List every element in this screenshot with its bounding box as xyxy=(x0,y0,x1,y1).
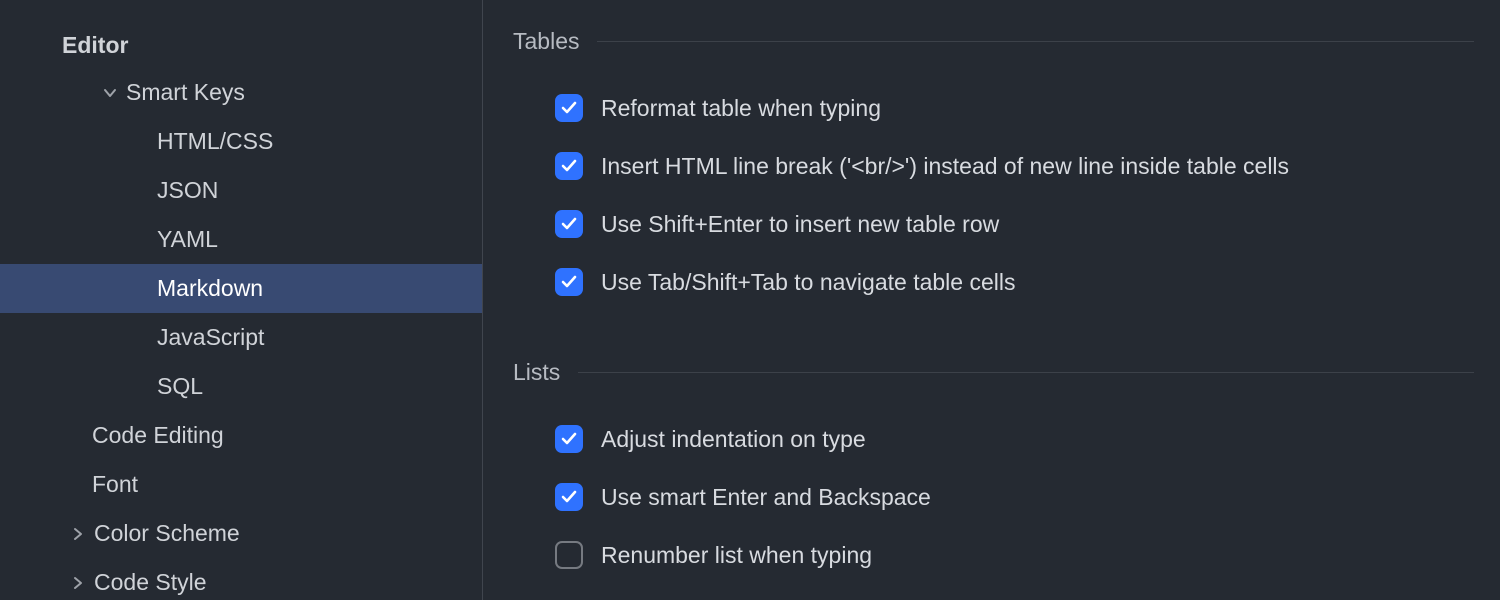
checkbox-icon[interactable] xyxy=(555,483,583,511)
checkbox-icon[interactable] xyxy=(555,94,583,122)
sidebar-item-html-css[interactable]: HTML/CSS xyxy=(0,117,482,166)
sidebar-item-label: Smart Keys xyxy=(126,79,245,106)
sidebar-item-label: Markdown xyxy=(157,275,263,302)
chevron-down-icon xyxy=(94,85,126,101)
section-tables: Tables Reformat table when typing Insert… xyxy=(513,28,1474,311)
settings-window: Editor Smart Keys HTML/CSS JSON YAML Mar… xyxy=(0,0,1500,600)
option-label: Renumber list when typing xyxy=(601,542,872,569)
section-header: Tables xyxy=(513,28,1474,55)
option-label: Use smart Enter and Backspace xyxy=(601,484,931,511)
sidebar-item-label: Code Editing xyxy=(92,422,224,449)
option-tab-nav[interactable]: Use Tab/Shift+Tab to navigate table cell… xyxy=(513,253,1474,311)
option-renumber[interactable]: Renumber list when typing xyxy=(513,526,1474,584)
checkbox-icon[interactable] xyxy=(555,152,583,180)
sidebar-item-json[interactable]: JSON xyxy=(0,166,482,215)
sidebar-item-smart-keys[interactable]: Smart Keys xyxy=(0,68,482,117)
sidebar-item-label: Code Style xyxy=(94,569,207,596)
sidebar-item-label: YAML xyxy=(157,226,218,253)
sidebar-item-color-scheme[interactable]: Color Scheme xyxy=(0,509,482,558)
sidebar-item-javascript[interactable]: JavaScript xyxy=(0,313,482,362)
settings-content: Tables Reformat table when typing Insert… xyxy=(483,0,1500,600)
section-header: Lists xyxy=(513,359,1474,386)
sidebar-item-label: Font xyxy=(92,471,138,498)
option-html-br[interactable]: Insert HTML line break ('<br/>') instead… xyxy=(513,137,1474,195)
chevron-right-icon xyxy=(62,526,94,542)
option-label: Insert HTML line break ('<br/>') instead… xyxy=(601,153,1289,180)
sidebar-item-label: JavaScript xyxy=(157,324,264,351)
section-lists: Lists Adjust indentation on type Use sma… xyxy=(513,359,1474,584)
section-title: Lists xyxy=(513,359,560,386)
sidebar-item-code-editing[interactable]: Code Editing xyxy=(0,411,482,460)
sidebar-item-label: JSON xyxy=(157,177,218,204)
option-label: Use Tab/Shift+Tab to navigate table cell… xyxy=(601,269,1015,296)
sidebar-item-sql[interactable]: SQL xyxy=(0,362,482,411)
sidebar-item-label: Color Scheme xyxy=(94,520,240,547)
section-title: Tables xyxy=(513,28,579,55)
option-label: Adjust indentation on type xyxy=(601,426,866,453)
sidebar-item-yaml[interactable]: YAML xyxy=(0,215,482,264)
option-reformat-table[interactable]: Reformat table when typing xyxy=(513,79,1474,137)
sidebar-item-editor[interactable]: Editor xyxy=(0,18,482,68)
checkbox-icon[interactable] xyxy=(555,425,583,453)
settings-sidebar: Editor Smart Keys HTML/CSS JSON YAML Mar… xyxy=(0,0,483,600)
divider xyxy=(578,372,1474,373)
option-adjust-indent[interactable]: Adjust indentation on type xyxy=(513,410,1474,468)
checkbox-icon[interactable] xyxy=(555,541,583,569)
sidebar-item-font[interactable]: Font xyxy=(0,460,482,509)
sidebar-item-code-style[interactable]: Code Style xyxy=(0,558,482,600)
sidebar-item-markdown[interactable]: Markdown xyxy=(0,264,482,313)
sidebar-item-label: Editor xyxy=(62,32,128,59)
divider xyxy=(597,41,1474,42)
sidebar-item-label: SQL xyxy=(157,373,203,400)
option-shift-enter-row[interactable]: Use Shift+Enter to insert new table row xyxy=(513,195,1474,253)
checkbox-icon[interactable] xyxy=(555,268,583,296)
option-label: Reformat table when typing xyxy=(601,95,881,122)
checkbox-icon[interactable] xyxy=(555,210,583,238)
chevron-right-icon xyxy=(62,575,94,591)
option-label: Use Shift+Enter to insert new table row xyxy=(601,211,999,238)
sidebar-item-label: HTML/CSS xyxy=(157,128,273,155)
option-smart-enter[interactable]: Use smart Enter and Backspace xyxy=(513,468,1474,526)
